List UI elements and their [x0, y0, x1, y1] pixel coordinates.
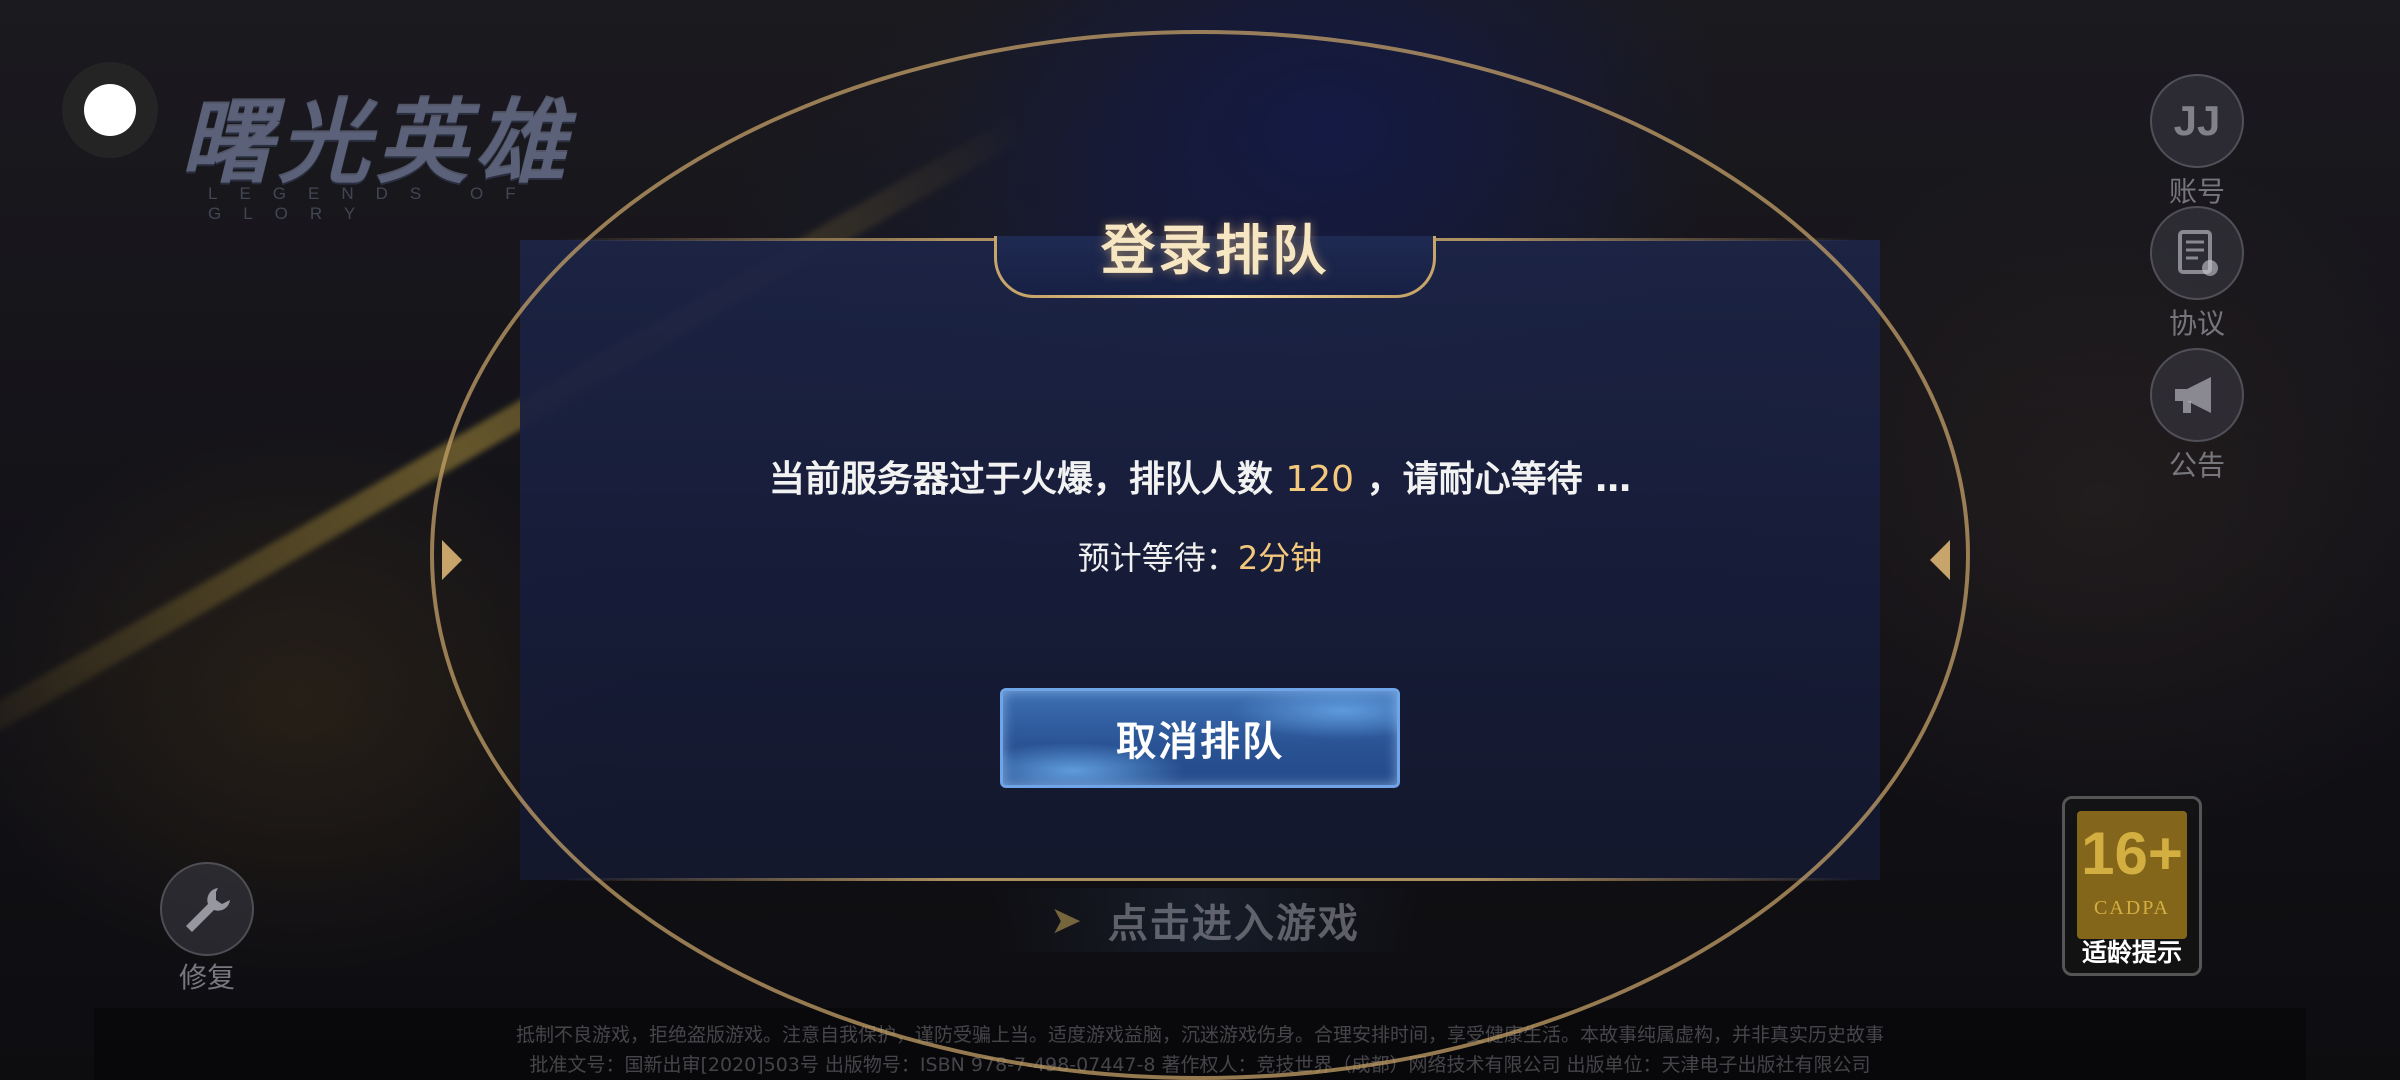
- frame-left-ornament: [442, 540, 462, 580]
- notice-line-2: 批准文号：国新出审[2020]503号 出版物号：ISBN 978-7-498-…: [529, 1054, 1871, 1076]
- account-label: 账号: [2168, 175, 2225, 208]
- floating-record-button[interactable]: [62, 62, 158, 158]
- age-rating-label: 适龄提示: [2081, 938, 2182, 967]
- cancel-queue-label: 取消排队: [1116, 719, 1284, 765]
- queue-count: 120: [1285, 459, 1355, 500]
- queue-message-suffix: ，请耐心等待 …: [1354, 459, 1632, 500]
- account-button[interactable]: JJ 账号: [2142, 74, 2252, 210]
- repair-button[interactable]: 修复: [152, 862, 262, 996]
- queue-message: 当前服务器过于火爆，排队人数 120 ，请耐心等待 …: [520, 450, 1880, 502]
- logo-subtitle: LEGENDS OF GLORY: [208, 184, 538, 223]
- announcement-label: 公告: [2168, 449, 2225, 482]
- megaphone-icon: [2150, 348, 2244, 442]
- frame-right-ornament: [1930, 540, 1950, 580]
- game-logo: 曙光英雄 LEGENDS OF GLORY: [180, 88, 680, 223]
- repair-label: 修复: [178, 961, 235, 994]
- title-shine: [1037, 295, 1393, 298]
- agreement-label: 协议: [2168, 307, 2225, 340]
- queue-message-prefix: 当前服务器过于火爆，排队人数: [768, 459, 1286, 500]
- agreement-button[interactable]: 协议: [2142, 206, 2252, 342]
- age-rating-number: 16+: [2081, 820, 2183, 887]
- notice-line-1: 抵制不良游戏，拒绝盗版游戏。注意自我保护，谨防受骗上当。适度游戏益脑，沉迷游戏伤…: [515, 1024, 1884, 1046]
- dialog-bottom-rule: [560, 878, 1860, 881]
- enter-game-label: 点击进入游戏: [1107, 901, 1360, 947]
- health-notice: 抵制不良游戏，拒绝盗版游戏。注意自我保护，谨防受骗上当。适度游戏益脑，沉迷游戏伤…: [94, 1008, 2306, 1080]
- dialog-title: 登录排队: [1101, 219, 1329, 282]
- age-rating-badge[interactable]: 16+ CADPA 适龄提示: [2062, 796, 2202, 976]
- record-dot-icon: [84, 84, 136, 136]
- announcement-button[interactable]: 公告: [2142, 348, 2252, 484]
- wait-value: 2分钟: [1237, 539, 1323, 577]
- jj-account-icon: JJ: [2150, 74, 2244, 168]
- enter-game-button[interactable]: ➤ 点击进入游戏: [990, 888, 1420, 952]
- agreement-icon: [2150, 206, 2244, 300]
- wait-label: 预计等待：: [1077, 539, 1238, 577]
- wrench-icon: [160, 862, 254, 956]
- play-arrow-icon: ➤: [1050, 898, 1082, 942]
- logo-title: 曙光英雄: [180, 88, 573, 196]
- age-rating-org: CADPA: [2094, 897, 2170, 919]
- cancel-queue-button[interactable]: 取消排队: [1000, 688, 1400, 788]
- estimated-wait: 预计等待：2分钟: [520, 533, 1880, 579]
